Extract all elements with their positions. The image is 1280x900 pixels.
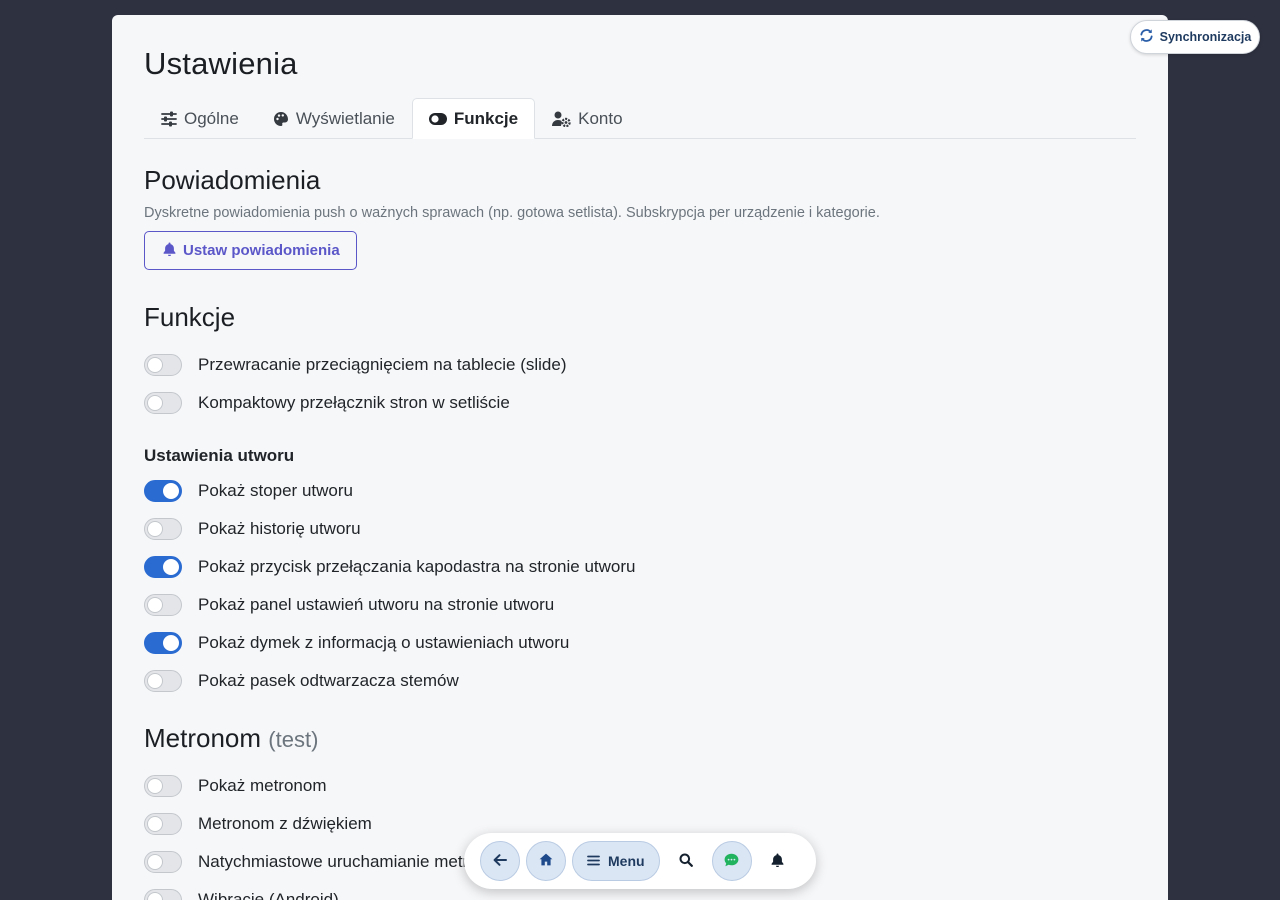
back-button[interactable] — [480, 841, 520, 881]
toggle-switch[interactable] — [144, 813, 182, 835]
toggle-label: Przewracanie przeciągnięciem na tablecie… — [198, 355, 567, 374]
tab-general[interactable]: Ogólne — [144, 98, 256, 139]
toggle-icon — [428, 112, 447, 125]
notifications-description: Dyskretne powiadomienia push o ważnych s… — [144, 205, 880, 221]
toggle-label: Metronom z dźwiękiem — [198, 814, 372, 833]
toggle-row-compact-page-switcher: Kompaktowy przełącznik stron w setliście — [144, 384, 1136, 422]
toggle-row-settings-tooltip: Pokaż dymek z informacją o ustawieniach … — [144, 624, 1136, 662]
search-button[interactable] — [666, 841, 706, 881]
set-notifications-button[interactable]: Ustaw powiadomienia — [144, 231, 357, 270]
toggle-switch[interactable] — [144, 775, 182, 797]
set-notifications-label: Ustaw powiadomienia — [183, 242, 340, 259]
toggle-row-song-settings-panel: Pokaż panel ustawień utworu na stronie u… — [144, 586, 1136, 624]
sync-icon — [1139, 28, 1154, 46]
bottom-dock: Menu — [464, 833, 816, 889]
toggle-label: Pokaż panel ustawień utworu na stronie u… — [198, 595, 555, 614]
toggle-row-show-metronome: Pokaż metronom — [144, 767, 1136, 805]
toggle-row-stems-player: Pokaż pasek odtwarzacza stemów — [144, 662, 1136, 700]
settings-card: Ustawienia Ogólne Wyświetlanie Funkcje K… — [112, 15, 1168, 900]
toggle-label: Pokaż dymek z informacją o ustawieniach … — [198, 633, 570, 652]
menu-button[interactable]: Menu — [572, 841, 660, 881]
hamburger-icon — [587, 853, 600, 869]
home-button[interactable] — [526, 841, 566, 881]
tab-display-label: Wyświetlanie — [295, 108, 395, 128]
settings-tabs: Ogólne Wyświetlanie Funkcje Konto — [144, 98, 1136, 139]
toggle-row-slide: Przewracanie przeciągnięciem na tablecie… — [144, 346, 1136, 384]
toggle-switch[interactable] — [144, 594, 182, 616]
toggle-row-song-history: Pokaż historię utworu — [144, 510, 1136, 548]
search-icon — [679, 853, 693, 870]
toggle-switch[interactable] — [144, 556, 182, 578]
metronome-test-badge: (test) — [268, 727, 319, 752]
tab-display[interactable]: Wyświetlanie — [256, 98, 412, 139]
toggle-switch[interactable] — [144, 480, 182, 502]
toggle-switch[interactable] — [144, 889, 182, 900]
toggle-switch[interactable] — [144, 851, 182, 873]
tab-functions[interactable]: Funkcje — [411, 98, 536, 139]
notifications-heading: Powiadomienia — [144, 165, 321, 195]
tab-account-label: Konto — [578, 108, 623, 128]
chat-button[interactable] — [711, 841, 752, 881]
toggle-label: Pokaż historię utworu — [198, 519, 361, 538]
bell-icon — [771, 853, 784, 870]
sliders-icon — [161, 111, 177, 127]
toggle-switch[interactable] — [144, 632, 182, 654]
toggle-switch[interactable] — [144, 670, 182, 692]
palette-icon — [273, 111, 289, 127]
home-icon — [539, 853, 553, 869]
song-settings-heading: Ustawienia utworu — [144, 446, 295, 465]
metronome-heading: Metronom (test) — [144, 721, 1136, 755]
toggle-switch[interactable] — [144, 518, 182, 540]
chat-icon — [724, 853, 739, 870]
notifications-section: Powiadomienia Dyskretne powiadomienia pu… — [144, 163, 1136, 270]
toggle-label: Pokaż pasek odtwarzacza stemów — [198, 671, 459, 690]
functions-heading: Funkcje — [144, 302, 236, 332]
functions-section: Funkcje Przewracanie przeciągnięciem na … — [144, 300, 1136, 422]
tab-account[interactable]: Konto — [535, 98, 639, 139]
menu-label: Menu — [608, 853, 645, 869]
toggle-label: Pokaż przycisk przełączania kapodastra n… — [198, 557, 636, 576]
toggle-label: Pokaż metronom — [198, 776, 327, 795]
toggle-label: Kompaktowy przełącznik stron w setliście — [198, 393, 510, 412]
toggle-row-capo-button: Pokaż przycisk przełączania kapodastra n… — [144, 548, 1136, 586]
bell-icon — [163, 242, 176, 260]
toggle-switch[interactable] — [144, 392, 182, 414]
sync-button[interactable]: Synchronizacja — [1130, 20, 1260, 54]
song-settings-section: Ustawienia utworu Pokaż stoper utworu Po… — [144, 445, 1136, 700]
metronome-heading-text: Metronom — [144, 723, 262, 753]
page-title: Ustawienia — [144, 46, 298, 81]
toggle-label: Pokaż stoper utworu — [198, 481, 353, 500]
tab-general-label: Ogólne — [184, 108, 239, 128]
toggle-label: Wibracje (Android) — [198, 890, 339, 900]
toggle-switch[interactable] — [144, 354, 182, 376]
notifications-button[interactable] — [758, 841, 798, 881]
toggle-row-song-timer: Pokaż stoper utworu — [144, 472, 1136, 510]
arrow-left-icon — [493, 853, 507, 869]
sync-label: Synchronizacja — [1159, 30, 1252, 44]
user-gear-icon — [552, 111, 571, 127]
tab-functions-label: Funkcje — [453, 108, 519, 128]
